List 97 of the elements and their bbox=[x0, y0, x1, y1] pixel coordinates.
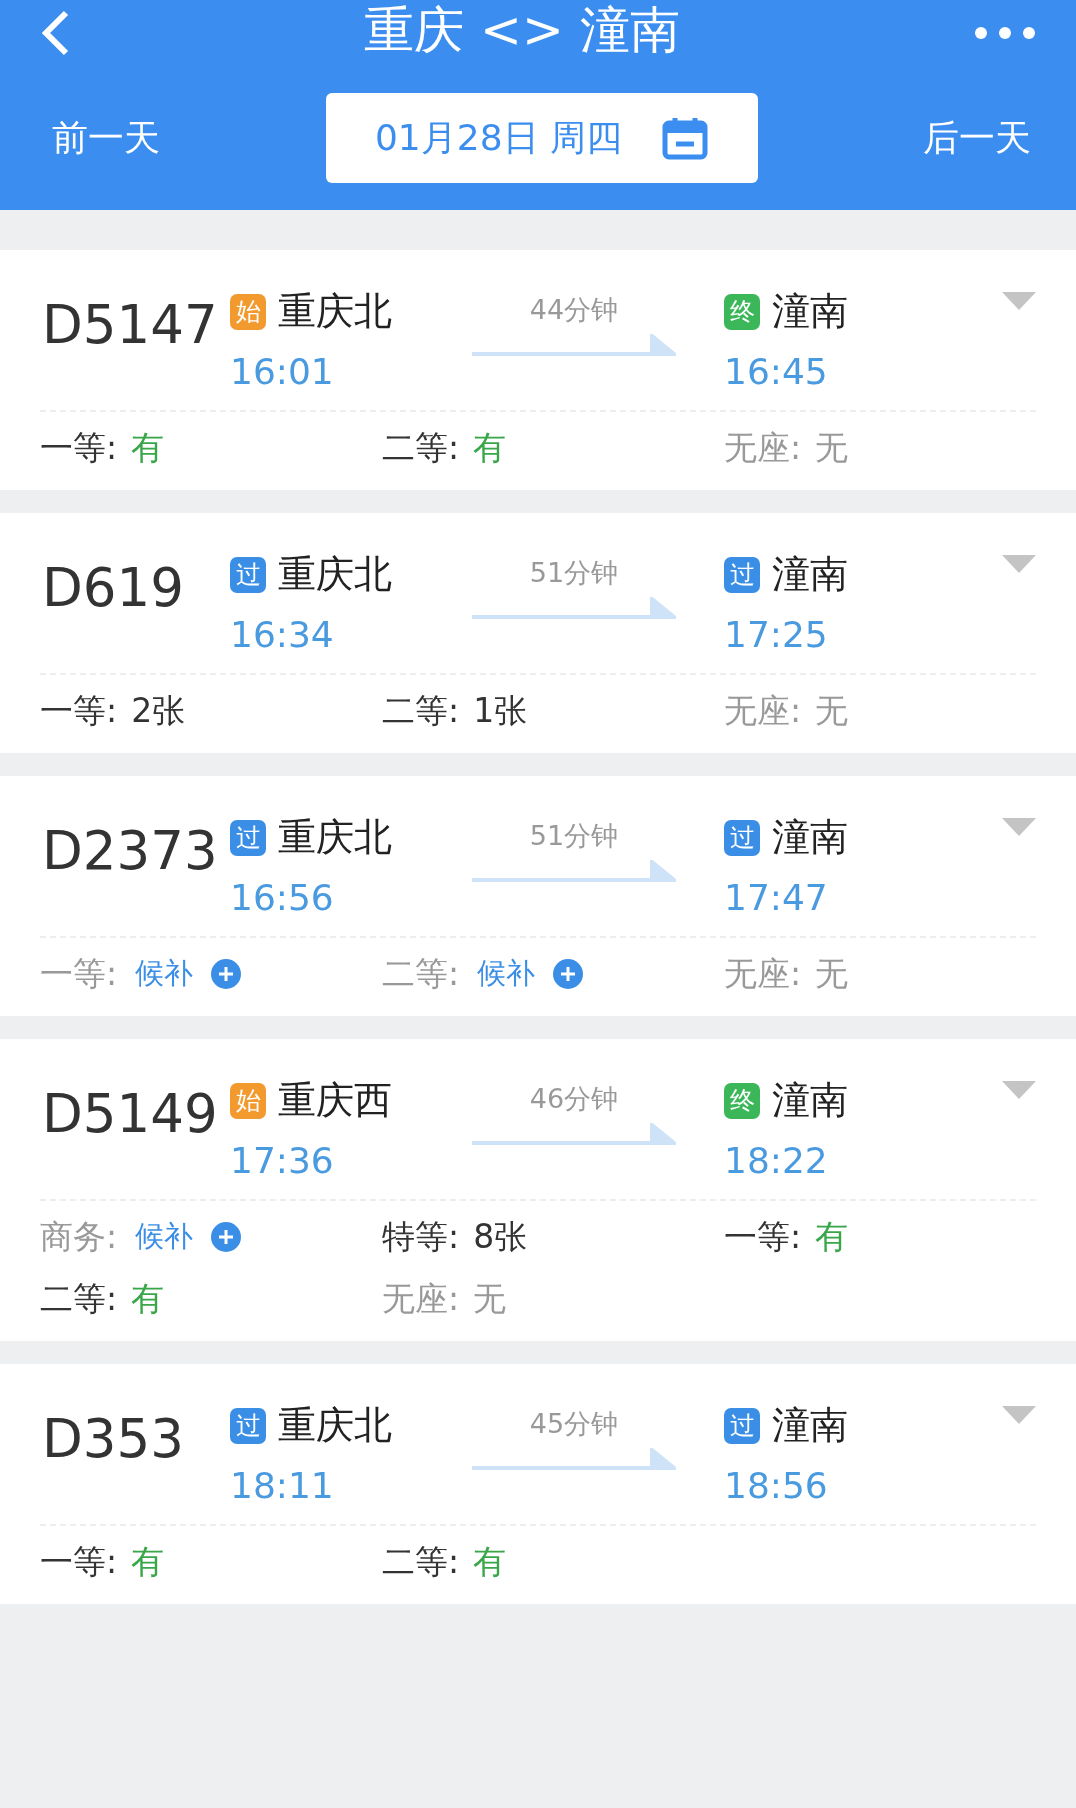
time: 18:11 bbox=[230, 1465, 335, 1506]
train-number: D5149 bbox=[42, 1082, 219, 1144]
duration: 51分钟 bbox=[529, 819, 619, 853]
station-name: 重庆北 bbox=[278, 288, 392, 335]
duration: 51分钟 bbox=[529, 556, 619, 590]
seat-availability: 8张 bbox=[473, 1215, 528, 1258]
station-name: 重庆北 bbox=[278, 551, 392, 598]
seat-class: 一等: bbox=[40, 1540, 118, 1583]
seat-class: 二等: bbox=[382, 952, 460, 995]
station-badge: 过 bbox=[230, 819, 266, 856]
station-name: 潼南 bbox=[772, 551, 848, 598]
seat-availability: 有 bbox=[815, 1215, 849, 1258]
next-day-button[interactable]: 后一天 bbox=[923, 109, 1031, 167]
station-name: 重庆西 bbox=[278, 1077, 392, 1124]
arrow-icon bbox=[472, 1448, 676, 1472]
train-card[interactable]: D2373 过 重庆北 16:56 51分钟 过 潼南 17:47 一等: 候补 二等: 候补 无座: 无 bbox=[0, 776, 1076, 1016]
time: 16:01 bbox=[230, 351, 335, 392]
time: 17:47 bbox=[724, 877, 829, 918]
seat-availability[interactable]: 候补 bbox=[135, 1217, 194, 1257]
seat-availability: 无 bbox=[815, 426, 849, 469]
time: 17:36 bbox=[230, 1140, 335, 1181]
seat-class: 无座: bbox=[724, 952, 802, 995]
seat-availability: 无 bbox=[473, 1277, 507, 1320]
seat-availability: 有 bbox=[131, 426, 165, 469]
seat-class: 无座: bbox=[724, 689, 802, 732]
station-badge: 过 bbox=[724, 1407, 760, 1444]
station-badge: 过 bbox=[724, 819, 760, 856]
seat-availability: 1张 bbox=[473, 689, 528, 732]
seat-class: 特等: bbox=[382, 1215, 460, 1258]
seat-class: 二等: bbox=[382, 426, 460, 469]
station-badge: 过 bbox=[230, 556, 266, 593]
seat-class: 二等: bbox=[382, 689, 460, 732]
time: 18:22 bbox=[724, 1140, 829, 1181]
train-number: D353 bbox=[42, 1407, 185, 1469]
train-card[interactable]: D619 过 重庆北 16:34 51分钟 过 潼南 17:25 一等: 2张 二等: 1张 无座: 无 bbox=[0, 513, 1076, 753]
caret-icon[interactable] bbox=[1002, 818, 1036, 836]
seat-class: 一等: bbox=[40, 952, 118, 995]
time: 16:45 bbox=[724, 351, 829, 392]
arrow-icon bbox=[472, 1123, 676, 1147]
plus-icon[interactable] bbox=[211, 1222, 242, 1252]
caret-icon[interactable] bbox=[1002, 555, 1036, 573]
previous-day-button[interactable]: 前一天 bbox=[52, 109, 160, 167]
station-name: 潼南 bbox=[772, 1077, 848, 1124]
arrow-icon bbox=[472, 334, 676, 358]
train-number: D619 bbox=[42, 556, 185, 618]
seat-availability: 无 bbox=[815, 952, 849, 995]
duration: 44分钟 bbox=[529, 293, 619, 327]
seat-class: 无座: bbox=[382, 1277, 460, 1320]
station-name: 重庆北 bbox=[278, 1402, 392, 1449]
station-name: 潼南 bbox=[772, 1402, 848, 1449]
station-badge: 终 bbox=[724, 293, 760, 330]
seat-availability[interactable]: 候补 bbox=[477, 954, 536, 994]
plus-icon[interactable] bbox=[211, 959, 242, 989]
station-badge: 始 bbox=[230, 1082, 266, 1119]
page-title: 重庆 <> 潼南 bbox=[364, 0, 680, 60]
station-name: 潼南 bbox=[772, 288, 848, 335]
seat-availability[interactable]: 候补 bbox=[135, 954, 194, 994]
station-badge: 始 bbox=[230, 293, 266, 330]
seat-class: 一等: bbox=[724, 1215, 802, 1258]
seat-class: 无座: bbox=[724, 426, 802, 469]
seat-class: 二等: bbox=[382, 1540, 460, 1583]
caret-icon[interactable] bbox=[1002, 1406, 1036, 1424]
station-name: 潼南 bbox=[772, 814, 848, 861]
train-card[interactable]: D353 过 重庆北 18:11 45分钟 过 潼南 18:56 一等: 有 二等: 有 bbox=[0, 1364, 1076, 1604]
station-badge: 终 bbox=[724, 1082, 760, 1119]
train-card[interactable]: D5149 始 重庆西 17:36 46分钟 终 潼南 18:22 商务: 候补 特等: 8张 一等: 有 二等: 有 无座: 无 bbox=[0, 1039, 1076, 1341]
train-number: D5147 bbox=[42, 293, 219, 355]
seat-availability: 有 bbox=[473, 426, 507, 469]
time: 18:56 bbox=[724, 1465, 829, 1506]
station-name: 重庆北 bbox=[278, 814, 392, 861]
seat-availability: 有 bbox=[131, 1277, 165, 1320]
time: 17:25 bbox=[724, 614, 829, 655]
train-card[interactable]: D5147 始 重庆北 16:01 44分钟 终 潼南 16:45 一等: 有 二等: 有 无座: 无 bbox=[0, 250, 1076, 490]
seat-class: 一等: bbox=[40, 689, 118, 732]
date-picker[interactable]: 01月28日 周四 bbox=[325, 93, 758, 183]
seat-class: 二等: bbox=[40, 1277, 118, 1320]
seat-class: 一等: bbox=[40, 426, 118, 469]
train-number: D2373 bbox=[42, 819, 219, 881]
arrow-icon bbox=[472, 860, 676, 884]
seat-availability: 2张 bbox=[131, 689, 186, 732]
plus-icon[interactable] bbox=[553, 959, 584, 989]
caret-icon[interactable] bbox=[1002, 1081, 1036, 1099]
caret-icon[interactable] bbox=[1002, 292, 1036, 310]
time: 16:56 bbox=[230, 877, 335, 918]
calendar-icon bbox=[662, 116, 709, 160]
station-badge: 过 bbox=[230, 1407, 266, 1444]
seat-availability: 有 bbox=[131, 1540, 165, 1583]
seat-availability: 无 bbox=[815, 689, 849, 732]
seat-class: 商务: bbox=[40, 1215, 118, 1258]
station-badge: 过 bbox=[724, 556, 760, 593]
arrow-icon bbox=[472, 597, 676, 621]
seat-availability: 有 bbox=[473, 1540, 507, 1583]
more-icon[interactable] bbox=[974, 26, 1036, 40]
duration: 46分钟 bbox=[529, 1082, 619, 1116]
back-icon[interactable] bbox=[40, 10, 70, 56]
time: 16:34 bbox=[230, 614, 335, 655]
duration: 45分钟 bbox=[529, 1407, 619, 1441]
